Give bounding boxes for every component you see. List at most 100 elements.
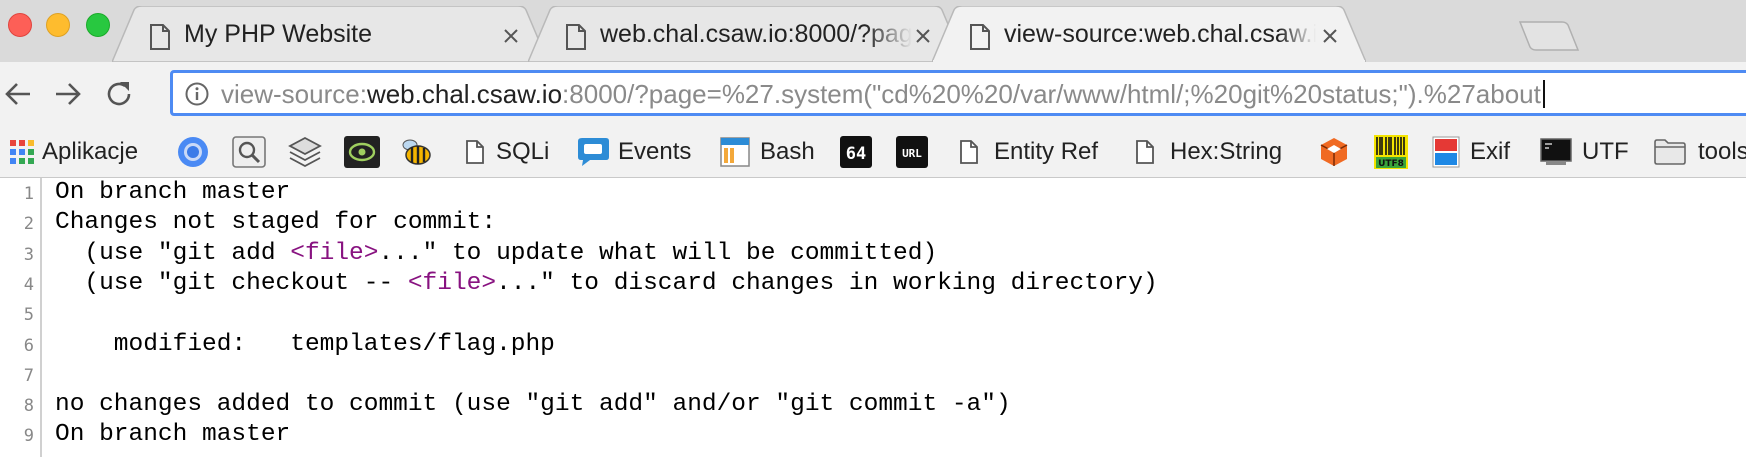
source-line: 4 (use "git checkout -- <file>..." to di… <box>0 269 1746 299</box>
line-number: 3 <box>23 244 34 265</box>
source-line: 5 <box>0 299 1746 329</box>
source-line: 8 no changes added to commit (use "git ad… <box>0 390 1746 420</box>
page-icon <box>1136 140 1154 164</box>
bookmark-label: SQLi <box>496 138 550 165</box>
bookmark-utf8[interactable]: UTF8 <box>1374 135 1408 169</box>
source-text: (use "git add <box>55 239 291 267</box>
source-line: 3 (use "git add <file>..." to update wha… <box>0 239 1746 269</box>
line-number: 9 <box>23 426 34 447</box>
bookmark-bash[interactable]: Bash <box>720 136 815 168</box>
source-line: 7 <box>0 360 1746 390</box>
base64-icon: 64 <box>840 136 872 168</box>
search-page-icon <box>232 136 266 168</box>
bookmark-base64[interactable]: 64 <box>840 136 872 168</box>
toolbar: view-source:web.chal.csaw.io:8000/?page=… <box>0 62 1746 124</box>
page-icon <box>466 140 484 164</box>
bookmark-label: Exif <box>1470 138 1511 165</box>
source-text: ..." to discard changes in working direc… <box>496 269 1158 297</box>
terminal-icon <box>1540 138 1572 165</box>
source-text: Changes not staged for commit: <box>55 209 497 237</box>
events-icon <box>578 138 609 166</box>
badge-text: UTF8 <box>1378 159 1404 169</box>
eye-icon <box>344 136 380 168</box>
back-arrow-icon[interactable] <box>3 79 33 109</box>
tab-view-source[interactable]: view-source:web.chal.csaw.io:8 <box>932 6 1366 62</box>
bee-icon <box>402 139 431 165</box>
bookmark-cube[interactable] <box>1318 136 1350 168</box>
source-text: On branch master <box>55 179 291 206</box>
bookmark-chrome[interactable] <box>176 136 210 168</box>
source-text: modified: templates/flag.php <box>55 330 555 358</box>
close-tab-icon[interactable] <box>503 28 519 44</box>
line-code: (use "git checkout -- <file>..." to disc… <box>55 269 1158 297</box>
bookmark-search[interactable] <box>232 136 266 168</box>
bash-icon <box>720 137 750 167</box>
source-text: no changes added to commit (use "git add… <box>55 391 1011 419</box>
forward-arrow-icon[interactable] <box>53 79 83 109</box>
page-icon <box>150 24 170 50</box>
bookmark-bee[interactable] <box>400 136 434 168</box>
line-number: 8 <box>23 396 34 417</box>
tab-title: view-source:web.chal.csaw.io:8 <box>1004 20 1316 48</box>
bookmark-label: tools <box>1698 138 1746 165</box>
text-caret <box>1542 80 1545 108</box>
line-number: 7 <box>23 365 34 386</box>
line-number: 5 <box>23 305 34 326</box>
page-icon <box>960 140 978 164</box>
bookmark-utf[interactable]: UTF <box>1540 136 1629 168</box>
source-text: ..." to update what will be committed) <box>378 239 938 267</box>
line-code: (use "git add <file>..." to update what … <box>55 240 937 267</box>
bookmark-url[interactable]: URL <box>896 136 928 168</box>
tab-web-chal[interactable]: web.chal.csaw.io:8000/?page= <box>528 6 964 62</box>
close-window-button[interactable] <box>8 13 32 37</box>
url-prefix: view-source: <box>221 79 367 109</box>
line-number: 6 <box>23 335 34 356</box>
bookmark-label: Bash <box>760 138 815 165</box>
tab-title: web.chal.csaw.io:8000/?page= <box>600 20 912 48</box>
bookmark-events[interactable]: Events <box>576 136 691 168</box>
view-source-content: 1 On branch master 2 Changes not staged for… <box>0 178 1746 457</box>
line-code: On branch master <box>55 421 290 448</box>
url-host: web.chal.csaw.io <box>366 79 563 109</box>
url-icon: URL <box>896 136 928 168</box>
badge-text: 64 <box>846 144 866 164</box>
source-line: 2 Changes not staged for commit: <box>0 208 1746 238</box>
line-code: no changes added to commit (use "git add… <box>55 391 1011 418</box>
line-code: modified: templates/flag.php <box>55 331 555 358</box>
bookmark-exif[interactable]: Exif <box>1432 136 1510 168</box>
bookmarks-bar: Aplikacje SQLi Events Bash 64 URL Entity… <box>0 124 1746 178</box>
bookmark-hex-string[interactable]: Hex:String <box>1136 136 1282 168</box>
reload-icon[interactable] <box>104 79 134 109</box>
line-number: 1 <box>23 184 34 204</box>
cube-icon <box>1320 138 1348 166</box>
minimize-window-button[interactable] <box>46 13 70 37</box>
utf8-icon: UTF8 <box>1374 135 1408 169</box>
layers-icon <box>288 136 322 168</box>
source-line: 1 On branch master <box>0 178 1746 208</box>
bookmark-label: Entity Ref <box>994 138 1099 165</box>
chrome-icon <box>178 137 208 167</box>
bookmark-aplikacje[interactable]: Aplikacje <box>10 136 138 168</box>
zoom-window-button[interactable] <box>86 13 110 37</box>
bookmark-tools-folder[interactable]: tools <box>1654 136 1746 168</box>
address-bar[interactable]: view-source:web.chal.csaw.io:8000/?page=… <box>170 70 1746 116</box>
tab-my-php-website[interactable]: My PHP Website <box>112 6 548 62</box>
page-icon <box>566 24 586 50</box>
bookmark-layers[interactable] <box>288 136 322 168</box>
url-rest: :8000/?page=%27.system("cd%20%20/var/www… <box>562 79 1541 109</box>
info-icon[interactable] <box>185 82 209 106</box>
apps-grid-icon <box>10 140 34 164</box>
page-icon <box>970 24 990 50</box>
new-tab-button[interactable] <box>1518 20 1580 52</box>
bookmark-entity-ref[interactable]: Entity Ref <box>960 136 1098 168</box>
bookmark-label: Aplikacje <box>42 138 139 165</box>
close-tab-icon[interactable] <box>915 28 931 44</box>
source-line: 6 modified: templates/flag.php <box>0 330 1746 360</box>
bookmark-sqli[interactable]: SQLi <box>466 136 549 168</box>
close-tab-icon[interactable] <box>1322 28 1338 44</box>
bookmark-eye[interactable] <box>344 136 380 168</box>
bookmark-label: Events <box>618 138 692 165</box>
bookmark-label: Hex:String <box>1170 138 1283 165</box>
address-bar-url[interactable]: view-source:web.chal.csaw.io:8000/?page=… <box>221 79 1545 110</box>
badge-text: URL <box>902 147 922 160</box>
